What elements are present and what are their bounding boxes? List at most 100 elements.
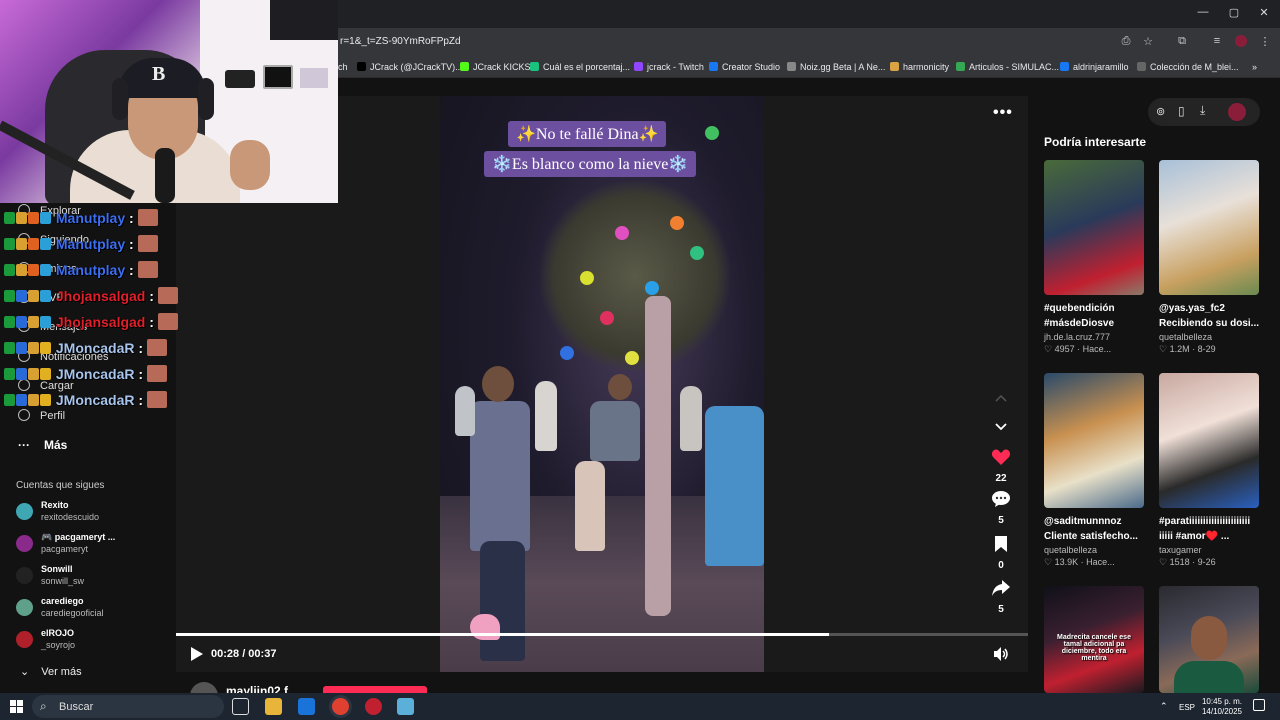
chevron-up-icon[interactable] bbox=[994, 392, 1008, 406]
account-handle: sonwill_sw bbox=[41, 576, 85, 586]
close-window-button[interactable]: ✕ bbox=[1249, 6, 1279, 22]
language-indicator[interactable]: ESP bbox=[1179, 703, 1195, 712]
video-thumbnail[interactable] bbox=[1159, 373, 1259, 508]
chat-badge-icon bbox=[4, 212, 15, 224]
install-app-icon[interactable]: ⎙ bbox=[1118, 35, 1134, 49]
recommended-card[interactable]: Madrecita cancele ese tamal adicional pa… bbox=[1044, 586, 1144, 693]
task-view-icon[interactable] bbox=[232, 698, 249, 715]
like-button[interactable]: 22 bbox=[990, 448, 1012, 484]
chat-badge-icon bbox=[4, 316, 15, 328]
streamer-hand bbox=[230, 140, 270, 190]
bookmarks-overflow-icon[interactable]: » bbox=[1252, 62, 1257, 72]
maximize-button[interactable]: ▢ bbox=[1219, 6, 1249, 22]
chat-badge-icon bbox=[40, 290, 51, 302]
download-icon[interactable]: ⤓ bbox=[1200, 103, 1205, 118]
windows-start-icon[interactable] bbox=[10, 700, 23, 713]
share-icon bbox=[992, 580, 1010, 596]
clock[interactable]: 10:45 p. m. 14/10/2025 bbox=[1196, 697, 1242, 717]
card-author[interactable]: taxugamer bbox=[1159, 545, 1259, 555]
bookmark-label: Cuál es el porcentaj... bbox=[543, 62, 631, 72]
following-account[interactable]: Rexito rexitodescuido bbox=[16, 500, 166, 528]
file-explorer-icon[interactable] bbox=[265, 698, 282, 715]
chat-badge-icon bbox=[16, 290, 27, 302]
chat-badge-icon bbox=[28, 394, 39, 406]
bookmark-item[interactable]: JCrack KICKS bbox=[460, 62, 531, 72]
bookmark-item[interactable]: harmonicity bbox=[890, 62, 949, 72]
play-icon[interactable] bbox=[190, 646, 204, 662]
bookmark-favicon-icon bbox=[1060, 62, 1069, 71]
user-avatar[interactable] bbox=[1228, 103, 1246, 121]
outlook-icon[interactable] bbox=[298, 698, 315, 715]
notifications-icon[interactable] bbox=[1253, 699, 1265, 711]
video-thumbnail[interactable] bbox=[1044, 160, 1144, 295]
tab-search-icon[interactable]: ≡ bbox=[1209, 35, 1225, 49]
following-account[interactable]: elROJO _soyrojo bbox=[16, 628, 166, 656]
tree-trunk bbox=[645, 296, 671, 616]
chat-separator: : bbox=[149, 288, 154, 304]
chevron-down-icon[interactable] bbox=[994, 419, 1008, 433]
comment-button[interactable]: 5 bbox=[990, 490, 1012, 526]
more-options-icon[interactable]: ••• bbox=[993, 104, 1013, 122]
recommended-card[interactable]: @yas.yas_fc2 Recibiendo su dosi... quetalb… bbox=[1159, 160, 1259, 355]
video-thumbnail[interactable] bbox=[1044, 373, 1144, 508]
video-frame[interactable]: ✨No te fallé Dina✨ ❄️Es blanco como la n… bbox=[440, 96, 764, 672]
caption-line-2: ❄️Es blanco como la nieve❄️ bbox=[484, 151, 697, 177]
profile-icon[interactable] bbox=[1233, 35, 1249, 49]
extensions-icon[interactable]: ⧉ bbox=[1174, 35, 1190, 49]
menu-icon[interactable]: ⋮ bbox=[1257, 35, 1273, 49]
chat-message: Jhojansalgad : bbox=[4, 287, 178, 309]
card-author[interactable]: jh.de.la.cruz.777 bbox=[1044, 332, 1144, 342]
following-account[interactable]: carediego carediegooficial bbox=[16, 596, 166, 624]
bookmark-favicon-icon bbox=[890, 62, 899, 71]
recommended-card[interactable]: #quebendición #másdeDiosve jh.de.la.cruz.7… bbox=[1044, 160, 1144, 355]
video-thumbnail[interactable]: Madrecita cancele ese tamal adicional pa… bbox=[1044, 586, 1144, 693]
recommended-card[interactable]: #paratiiiiiiiiiiiiiiiiiiiiii iiiii #amor♥… bbox=[1159, 373, 1259, 568]
chat-separator: : bbox=[149, 314, 154, 330]
bookmark-favicon-icon bbox=[709, 62, 718, 71]
app-icon[interactable] bbox=[397, 698, 414, 715]
bookmark-label: aldrinjaramillo bbox=[1073, 62, 1129, 72]
share-button[interactable]: 5 bbox=[990, 579, 1012, 615]
save-button[interactable]: 0 bbox=[990, 535, 1012, 571]
bookmark-item[interactable]: Cuál es el porcentaj... bbox=[530, 62, 630, 72]
video-thumbnail[interactable] bbox=[1159, 160, 1259, 295]
device-icon[interactable]: ▯ bbox=[1178, 104, 1185, 118]
bookmark-item[interactable]: JCrack (@JCrackTV)... bbox=[357, 62, 463, 72]
bookmark-item[interactable]: Articulos - SIMULAC... bbox=[956, 62, 1059, 72]
minimize-button[interactable]: — bbox=[1188, 6, 1218, 22]
following-account[interactable]: Sonwill sonwill_sw bbox=[16, 564, 166, 592]
chat-badge-icon bbox=[40, 238, 51, 250]
autoscroll-icon[interactable]: ⊚ bbox=[1156, 105, 1165, 118]
bookmark-item[interactable]: Noiz.gg Beta | A Ne... bbox=[787, 62, 885, 72]
obs-icon[interactable] bbox=[365, 698, 382, 715]
bookmark-item[interactable]: ch bbox=[338, 62, 348, 72]
account-handle: pacgameryt bbox=[41, 544, 89, 554]
decoration-ball bbox=[600, 311, 614, 325]
bookmark-item[interactable]: Creator Studio bbox=[709, 62, 780, 72]
video-thumbnail[interactable] bbox=[1159, 586, 1259, 693]
sidebar-more[interactable]: ··· Más bbox=[18, 438, 67, 452]
chrome-icon[interactable] bbox=[332, 698, 349, 715]
chat-separator: : bbox=[138, 366, 144, 382]
like-count: 22 bbox=[995, 473, 1007, 484]
following-account[interactable]: 🎮 pacgameryt ... pacgameryt bbox=[16, 532, 166, 560]
card-title-line1: @saditmunnnoz bbox=[1044, 516, 1122, 527]
recommended-card[interactable] bbox=[1159, 586, 1259, 693]
heart-icon bbox=[991, 449, 1011, 465]
chat-username: Jhojansalgad bbox=[55, 288, 146, 304]
search-icon: ⌕ bbox=[40, 699, 47, 713]
card-author[interactable]: quetalbelleza bbox=[1044, 545, 1144, 555]
bookmark-item[interactable]: aldrinjaramillo bbox=[1060, 62, 1129, 72]
star-icon[interactable]: ☆ bbox=[1140, 35, 1156, 49]
bookmark-item[interactable]: jcrack - Twitch bbox=[634, 62, 704, 72]
chat-badge-icon bbox=[28, 238, 39, 250]
tray-chevron-icon[interactable]: ⌃ bbox=[1160, 701, 1168, 712]
volume-icon[interactable] bbox=[993, 646, 1009, 662]
chat-badge-icon bbox=[16, 368, 27, 380]
bookmark-label: JCrack (@JCrackTV)... bbox=[370, 62, 463, 72]
card-author[interactable]: quetalbelleza bbox=[1159, 332, 1259, 342]
recommended-card[interactable]: @saditmunnnoz Cliente satisfecho... quetal… bbox=[1044, 373, 1144, 568]
url-text[interactable]: r=1&_t=ZS-90YmRoFPpZd bbox=[340, 36, 461, 47]
bookmark-item[interactable]: Colección de M_blei... bbox=[1137, 62, 1239, 72]
see-more-button[interactable]: ⌄ Ver más bbox=[20, 665, 82, 678]
